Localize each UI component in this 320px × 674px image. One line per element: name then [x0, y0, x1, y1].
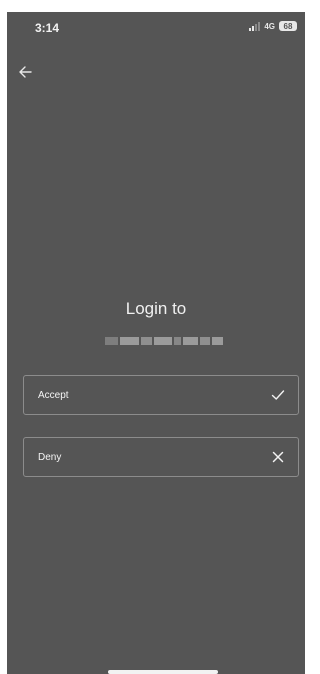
app-screen: 3:14 4G 68 Login to Accept Deny: [7, 12, 305, 674]
deny-label: Deny: [38, 451, 62, 463]
back-button[interactable]: [13, 60, 37, 84]
signal-icon: [249, 21, 261, 31]
home-indicator[interactable]: [108, 670, 218, 674]
battery-icon: 68: [279, 21, 297, 31]
status-time: 3:14: [35, 21, 60, 35]
accept-label: Accept: [38, 389, 69, 401]
deny-button[interactable]: Deny: [23, 437, 299, 477]
status-indicators: 4G 68: [249, 21, 297, 31]
status-bar: 3:14 4G 68: [7, 12, 305, 44]
checkmark-icon: [268, 385, 288, 405]
close-icon: [268, 447, 288, 467]
accept-button[interactable]: Accept: [23, 375, 299, 415]
arrow-left-icon: [19, 66, 32, 78]
page-title: Login to: [125, 299, 187, 318]
redacted-account-name: [105, 335, 223, 347]
network-label: 4G: [264, 21, 275, 31]
